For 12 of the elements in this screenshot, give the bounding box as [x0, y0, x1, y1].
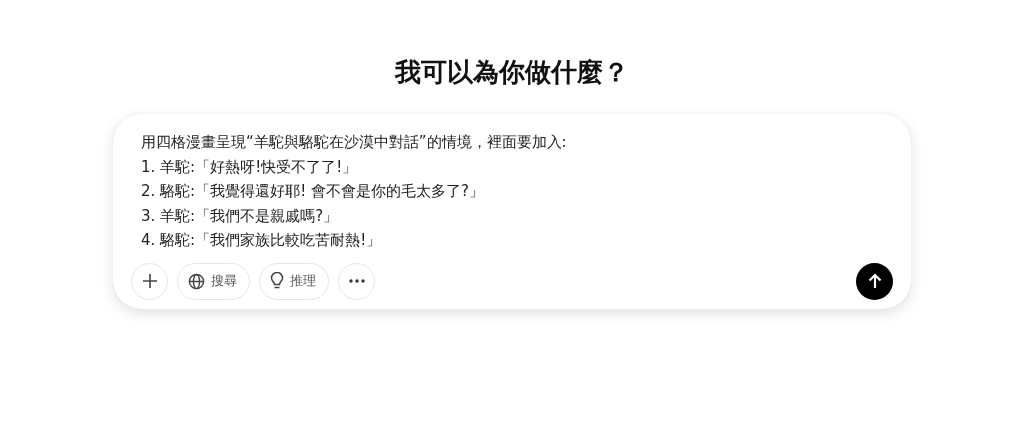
- globe-icon: [188, 272, 205, 290]
- more-icon: [348, 279, 365, 283]
- plus-icon: [141, 273, 158, 289]
- reason-button[interactable]: 推理: [259, 262, 329, 300]
- more-button[interactable]: [338, 262, 375, 300]
- lightbulb-icon: [270, 272, 284, 290]
- prompt-field[interactable]: 用四格漫畫呈現“羊駝與駱駝在沙漠中對話”的情境，裡面要加入: 1. 羊駝:「好熱呀!快受不了了!」 2. 駱駝:「我覺得還好耶! 會不會是你的毛太多了?」 3. 羊駝:「我們不是親戚嗎?」 4. 駱駝:「我們家族比較吃苦耐熱!」: [141, 130, 893, 253]
- add-button[interactable]: [131, 262, 168, 300]
- page-heading: 我可以為你做什麼？: [395, 56, 629, 89]
- arrow-up-icon: [867, 273, 882, 289]
- search-button[interactable]: 搜尋: [177, 262, 250, 300]
- send-button[interactable]: [856, 262, 893, 300]
